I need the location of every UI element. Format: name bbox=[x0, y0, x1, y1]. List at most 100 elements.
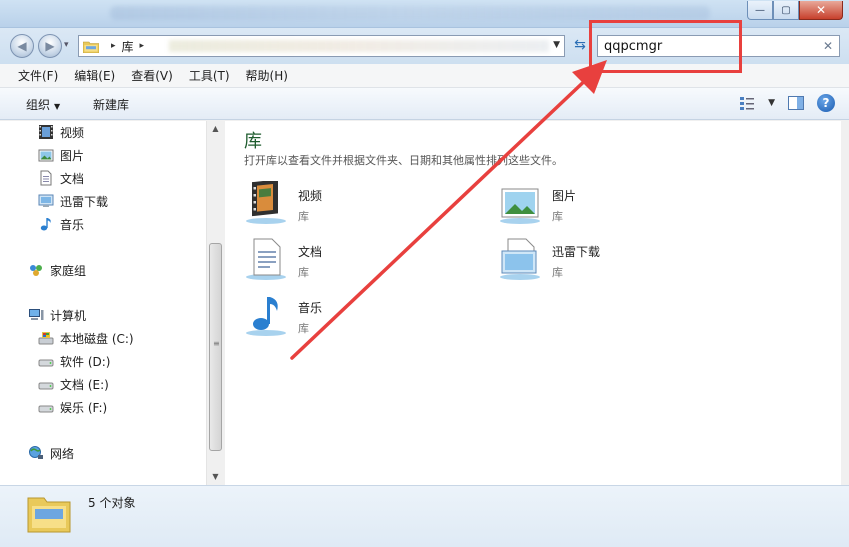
nav-item-computer[interactable]: 计算机 bbox=[28, 306, 86, 324]
menu-view[interactable]: 查看(V) bbox=[123, 67, 181, 84]
organize-label: 组织 bbox=[26, 98, 51, 112]
annotation-highlight-box bbox=[589, 20, 742, 73]
nav-item-label: 娱乐 (F:) bbox=[60, 400, 108, 415]
change-view-icon[interactable] bbox=[738, 94, 756, 112]
nav-item-label: 软件 (D:) bbox=[60, 354, 111, 369]
video-icon bbox=[39, 125, 53, 139]
history-dropdown-icon[interactable]: ▾ bbox=[64, 40, 69, 50]
address-bar[interactable]: ▸ 库 ▸ ▼ bbox=[78, 35, 565, 57]
nav-item-label: 网络 bbox=[50, 446, 75, 461]
library-name: 文档 bbox=[298, 245, 323, 259]
navigation-scrollbar[interactable]: ▲ ≡ ▼ bbox=[206, 121, 224, 485]
homegroup-icon bbox=[30, 265, 42, 276]
library-item-pictures[interactable]: 图片 库 bbox=[498, 181, 576, 225]
page-description: 打开库以查看文件并根据文件夹、日期和其他属性排列这些文件。 bbox=[244, 154, 563, 167]
chevron-down-icon: ▼ bbox=[54, 102, 61, 111]
music-library-icon bbox=[246, 297, 286, 336]
nav-item-drive-d[interactable]: 软件 (D:) bbox=[38, 352, 110, 370]
library-type: 库 bbox=[298, 322, 309, 335]
nav-item-thunder-downloads[interactable]: 迅雷下载 bbox=[38, 192, 108, 210]
navigation-pane: 视频 图片 文档 迅雷下载 音乐 家庭组 计算机 本地磁盘 (C:) 软件 (D… bbox=[0, 121, 224, 485]
view-controls: ▼ ? bbox=[738, 94, 835, 112]
address-dropdown-icon[interactable]: ▼ bbox=[553, 40, 560, 50]
music-note-icon bbox=[40, 218, 51, 231]
nav-item-drive-c[interactable]: 本地磁盘 (C:) bbox=[38, 329, 134, 347]
scrollbar-thumb[interactable]: ≡ bbox=[209, 243, 222, 451]
blurred-title bbox=[110, 6, 710, 20]
details-pane: 5 个对象 bbox=[0, 485, 849, 547]
nav-item-network[interactable]: 网络 bbox=[28, 444, 74, 462]
library-name: 音乐 bbox=[298, 301, 323, 315]
nav-item-music[interactable]: 音乐 bbox=[38, 215, 84, 233]
nav-item-drive-f[interactable]: 娱乐 (F:) bbox=[38, 398, 107, 416]
monitor-icon bbox=[38, 194, 54, 207]
library-type: 库 bbox=[298, 210, 309, 223]
nav-item-label: 文档 bbox=[60, 171, 85, 186]
nav-item-label: 本地磁盘 (C:) bbox=[60, 331, 134, 346]
library-item-thunder-downloads[interactable]: 迅雷下载 库 bbox=[498, 237, 600, 281]
window-controls: — ▢ ✕ bbox=[747, 1, 843, 20]
close-button[interactable]: ✕ bbox=[799, 1, 843, 20]
breadcrumb-separator[interactable]: ▸ bbox=[140, 41, 145, 51]
nav-item-homegroup[interactable]: 家庭组 bbox=[28, 261, 86, 279]
library-type: 库 bbox=[552, 266, 563, 279]
maximize-button[interactable]: ▢ bbox=[773, 1, 799, 20]
breadcrumb-library[interactable]: 库 bbox=[122, 38, 134, 55]
nav-item-label: 家庭组 bbox=[50, 263, 87, 278]
library-item-video[interactable]: 视频 库 bbox=[244, 181, 322, 225]
system-drive-icon bbox=[38, 332, 54, 345]
nav-item-label: 文档 (E:) bbox=[60, 377, 109, 392]
page-title: 库 bbox=[244, 131, 262, 152]
forward-button[interactable]: ▶ bbox=[38, 34, 62, 58]
nav-item-video[interactable]: 视频 bbox=[38, 123, 84, 141]
nav-item-documents[interactable]: 文档 bbox=[38, 169, 84, 187]
preview-pane-icon[interactable] bbox=[787, 94, 805, 112]
scroll-down-icon[interactable]: ▼ bbox=[207, 469, 224, 485]
nav-item-label: 图片 bbox=[60, 148, 85, 163]
command-bar: 组织 ▼ 新建库 ▼ ? bbox=[0, 88, 849, 120]
nav-item-drive-e[interactable]: 文档 (E:) bbox=[38, 375, 109, 393]
scroll-up-icon[interactable]: ▲ bbox=[207, 121, 224, 137]
view-dropdown-icon[interactable]: ▼ bbox=[768, 98, 775, 108]
network-icon bbox=[29, 446, 43, 459]
hard-drive-icon bbox=[38, 359, 54, 367]
hard-drive-icon bbox=[38, 405, 54, 413]
organize-button[interactable]: 组织 ▼ bbox=[26, 96, 60, 113]
nav-item-label: 音乐 bbox=[60, 217, 85, 232]
library-type: 库 bbox=[552, 210, 563, 223]
new-library-button[interactable]: 新建库 bbox=[93, 96, 129, 113]
breadcrumb-separator[interactable]: ▸ bbox=[111, 41, 116, 51]
nav-item-label: 迅雷下载 bbox=[60, 194, 109, 209]
library-name: 迅雷下载 bbox=[552, 245, 601, 259]
monitor-library-icon bbox=[500, 238, 540, 280]
nav-item-label: 视频 bbox=[60, 125, 85, 140]
menu-help[interactable]: 帮助(H) bbox=[238, 67, 296, 84]
blurred-region bbox=[169, 40, 549, 52]
menu-file[interactable]: 文件(F) bbox=[10, 67, 66, 84]
menu-tools[interactable]: 工具(T) bbox=[181, 67, 238, 84]
nav-item-label: 计算机 bbox=[50, 308, 87, 323]
library-item-music[interactable]: 音乐 库 bbox=[244, 293, 322, 337]
back-button[interactable]: ◀ bbox=[10, 34, 34, 58]
library-name: 图片 bbox=[552, 189, 577, 203]
nav-item-pictures[interactable]: 图片 bbox=[38, 146, 84, 164]
menu-edit[interactable]: 编辑(E) bbox=[66, 67, 123, 84]
document-library-icon bbox=[246, 238, 286, 280]
document-icon bbox=[40, 170, 52, 186]
arrow-left-icon: ◀ bbox=[17, 39, 27, 53]
status-text: 5 个对象 bbox=[88, 496, 136, 510]
minimize-button[interactable]: — bbox=[747, 1, 773, 20]
refresh-button[interactable]: ⇆ bbox=[569, 37, 591, 57]
picture-icon bbox=[38, 149, 54, 162]
clear-search-icon[interactable]: ✕ bbox=[823, 39, 833, 53]
help-icon[interactable]: ? bbox=[817, 94, 835, 112]
content-pane: 库 打开库以查看文件并根据文件夹、日期和其他属性排列这些文件。 视频 库 图片 … bbox=[225, 121, 841, 485]
arrow-right-icon: ▶ bbox=[45, 39, 55, 53]
library-folder-icon bbox=[27, 497, 71, 533]
computer-icon bbox=[29, 309, 44, 320]
picture-library-icon bbox=[500, 188, 540, 224]
library-name: 视频 bbox=[298, 189, 323, 203]
library-item-documents[interactable]: 文档 库 bbox=[244, 237, 322, 281]
library-type: 库 bbox=[298, 266, 309, 279]
library-folder-icon bbox=[83, 41, 99, 53]
